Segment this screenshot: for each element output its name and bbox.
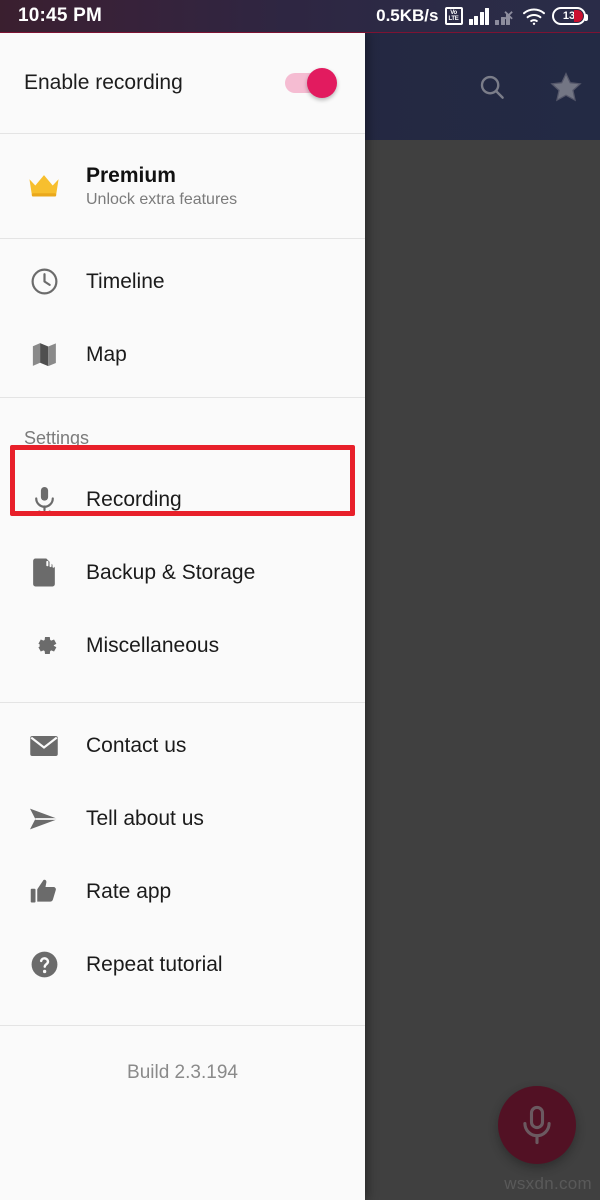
signal-bars-sim2-no-service-icon: ✕	[495, 8, 514, 25]
drawer-item-label: Backup & Storage	[86, 560, 256, 584]
drawer-item-label: Rate app	[86, 879, 172, 903]
status-bar: 10:45 PM 0.5KB/s Vo LTE ✕ 13	[0, 0, 600, 33]
network-speed-text: 0.5KB/s	[376, 6, 439, 25]
sd-card-icon	[24, 557, 64, 588]
toggle-thumb	[307, 68, 337, 98]
drawer-item-label: Recording	[86, 487, 182, 511]
gear-icon	[24, 630, 64, 661]
clock-icon	[24, 266, 64, 297]
status-time: 10:45 PM	[18, 5, 102, 26]
drawer-item-tell-about-us[interactable]: Tell about us	[0, 782, 365, 855]
drawer-item-map[interactable]: Map	[0, 318, 365, 391]
crown-icon	[24, 172, 64, 200]
premium-subtitle: Unlock extra features	[86, 190, 238, 208]
drawer-item-label: Contact us	[86, 733, 187, 757]
envelope-icon	[24, 734, 64, 758]
wifi-icon	[522, 7, 546, 26]
premium-title: Premium	[86, 163, 176, 187]
primary-nav-group: Timeline Map	[0, 239, 365, 397]
search-icon[interactable]	[472, 67, 512, 107]
premium-text-stack: Premium Unlock extra features	[86, 164, 237, 209]
thumbs-up-icon	[24, 877, 64, 907]
phone-screen: NGS wsxdn.com 10:45 PM 0.5KB/s Vo LTE	[0, 0, 600, 1200]
drawer-item-timeline[interactable]: Timeline	[0, 245, 365, 318]
drawer-item-repeat-tutorial[interactable]: Repeat tutorial	[0, 928, 365, 1001]
no-service-x-icon: ✕	[503, 7, 514, 23]
battery-icon: 13	[552, 7, 588, 25]
drawer-item-label: Miscellaneous	[86, 633, 220, 657]
drawer-item-premium[interactable]: Premium Unlock extra features	[0, 134, 365, 238]
drawer-item-label: Timeline	[86, 269, 165, 293]
drawer-item-backup-storage[interactable]: Backup & Storage	[0, 536, 365, 609]
toolbar-actions	[472, 33, 586, 140]
volte-bottom-text: LTE	[448, 16, 459, 22]
build-version-text: Build 2.3.194	[127, 1062, 238, 1083]
support-nav-group: Contact us Tell about us Rate app Repeat…	[0, 703, 365, 1007]
drawer-item-miscellaneous[interactable]: Miscellaneous	[0, 609, 365, 682]
navigation-drawer: Enable recording Premium Unlock extra fe…	[0, 33, 365, 1200]
drawer-item-label: Tell about us	[86, 806, 204, 830]
signal-bars-sim1-icon	[468, 7, 489, 25]
settings-section-header: Settings	[24, 428, 90, 448]
send-icon	[24, 805, 64, 833]
drawer-item-recording[interactable]: Recording	[0, 463, 365, 536]
question-circle-icon	[24, 949, 64, 980]
enable-recording-row[interactable]: Enable recording	[0, 33, 365, 133]
site-watermark: wsxdn.com	[504, 1174, 592, 1193]
microphone-icon	[24, 484, 64, 515]
record-fab[interactable]	[498, 1086, 576, 1164]
drawer-footer: Build 2.3.194	[0, 1026, 365, 1200]
drawer-item-label: Repeat tutorial	[86, 952, 223, 976]
drawer-item-rate-app[interactable]: Rate app	[0, 855, 365, 928]
star-icon[interactable]	[546, 67, 586, 107]
drawer-item-label: Map	[86, 342, 127, 366]
drawer-item-contact-us[interactable]: Contact us	[0, 709, 365, 782]
volte-icon: Vo LTE	[444, 7, 463, 25]
battery-fill	[574, 10, 583, 22]
enable-recording-label: Enable recording	[24, 71, 183, 94]
map-icon	[24, 339, 64, 370]
enable-recording-toggle[interactable]	[285, 68, 341, 98]
status-indicators: 0.5KB/s Vo LTE ✕ 13	[376, 6, 588, 26]
